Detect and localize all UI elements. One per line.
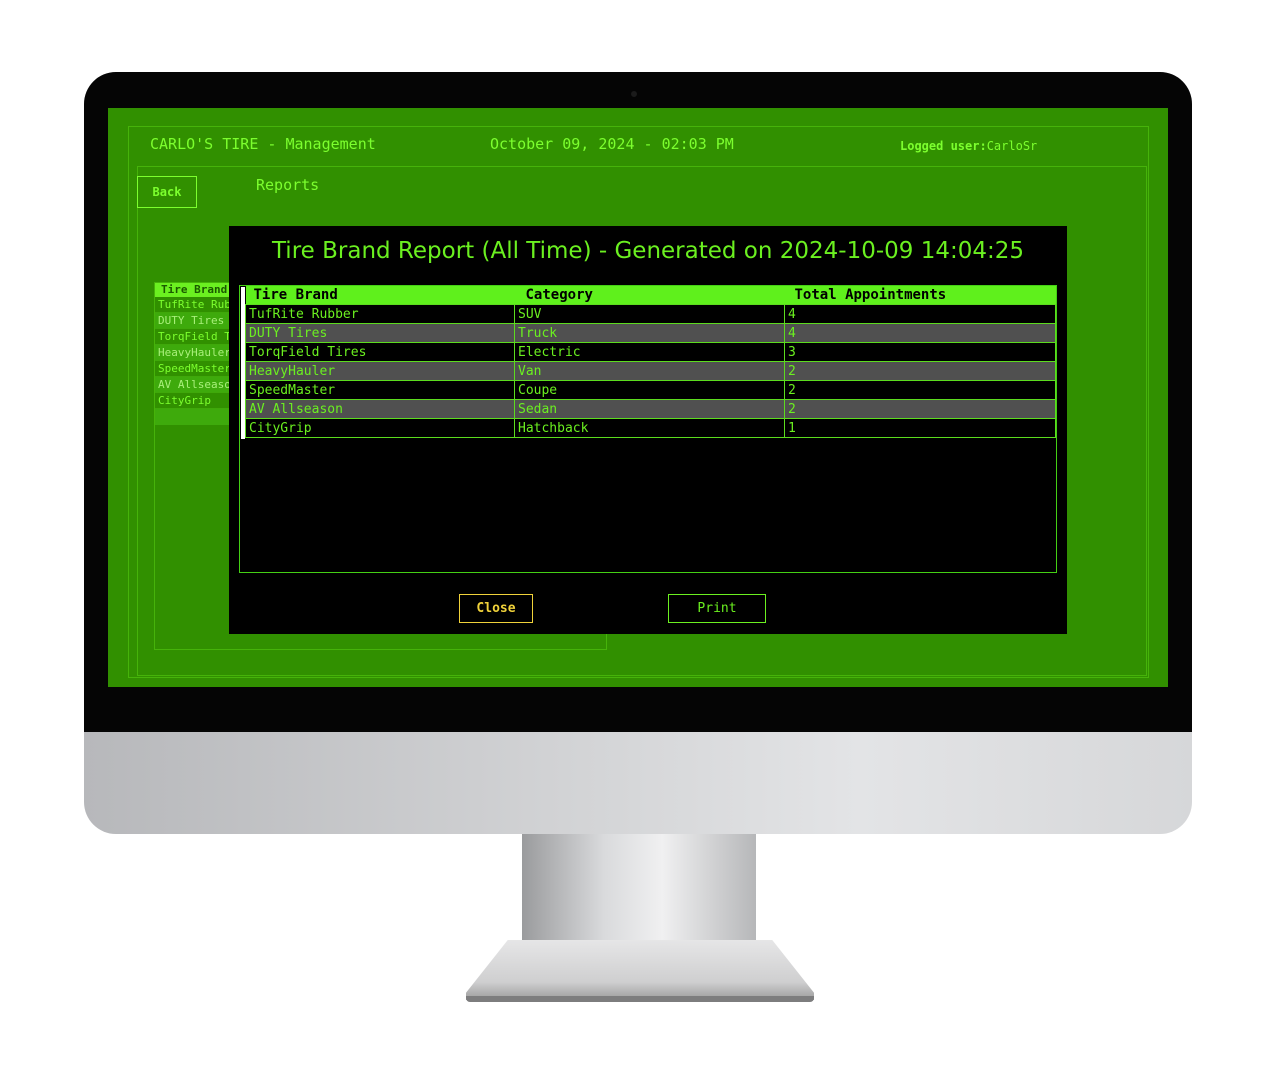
monitor-chin [84, 732, 1192, 834]
table-header-row: Tire Brand Category Total Appointments [245, 286, 1056, 305]
table-row[interactable]: AV Allseason Sedan 2 [245, 399, 1056, 419]
table-row[interactable]: TorqField Tires Electric 3 [245, 342, 1056, 362]
column-header-category[interactable]: Category [514, 286, 785, 305]
cell-category: Truck [514, 323, 785, 343]
cell-appointments: 4 [784, 304, 1056, 324]
cell-appointments: 2 [784, 361, 1056, 381]
cell-category: Hatchback [514, 418, 785, 438]
cell-appointments: 2 [784, 380, 1056, 400]
report-table: Tire Brand Category Total Appointments T… [245, 286, 1056, 438]
list-item[interactable]: SpeedMaster [155, 361, 235, 377]
monitor-stand-neck [522, 834, 756, 954]
monitor-stand-lip [466, 996, 814, 1002]
app-title: CARLO'S TIRE - Management [150, 135, 376, 153]
table-row[interactable]: HeavyHauler Van 2 [245, 361, 1056, 381]
cell-brand: HeavyHauler [245, 361, 515, 381]
cell-appointments: 2 [784, 399, 1056, 419]
cell-category: Coupe [514, 380, 785, 400]
cell-brand: SpeedMaster [245, 380, 515, 400]
cell-category: Sedan [514, 399, 785, 419]
list-item[interactable]: TufRite Rubber [155, 297, 235, 313]
report-title: Tire Brand Report (All Time) - Generated… [271, 238, 1025, 264]
print-button[interactable]: Print [668, 594, 766, 623]
logged-user-label: Logged user: [900, 139, 987, 153]
cell-brand: DUTY Tires [245, 323, 515, 343]
list-empty-row [155, 409, 235, 425]
cell-appointments: 4 [784, 323, 1056, 343]
list-item[interactable]: TorqField Tires [155, 329, 235, 345]
close-button[interactable]: Close [459, 594, 533, 623]
app-screen: CARLO'S TIRE - Management October 09, 20… [108, 108, 1168, 687]
cell-category: SUV [514, 304, 785, 324]
column-header-appointments[interactable]: Total Appointments [784, 286, 1056, 305]
cell-category: Electric [514, 342, 785, 362]
report-table-container: Tire Brand Category Total Appointments T… [239, 285, 1057, 573]
cell-brand: TorqField Tires [245, 342, 515, 362]
list-item[interactable]: DUTY Tires [155, 313, 235, 329]
list-item[interactable]: AV Allseason [155, 377, 235, 393]
camera-icon [631, 91, 637, 97]
cell-brand: TufRite Rubber [245, 304, 515, 324]
logged-user: Logged user:CarloSr [900, 139, 1037, 153]
table-row[interactable]: CityGrip Hatchback 1 [245, 418, 1056, 438]
list-item[interactable]: CityGrip [155, 393, 235, 409]
cell-appointments: 1 [784, 418, 1056, 438]
background-brand-list: Tire Brand TufRite Rubber DUTY Tires Tor… [155, 283, 235, 425]
list-item[interactable]: HeavyHauler [155, 345, 235, 361]
table-row[interactable]: SpeedMaster Coupe 2 [245, 380, 1056, 400]
current-datetime: October 09, 2024 - 02:03 PM [490, 135, 734, 153]
list-header: Tire Brand [155, 283, 235, 297]
cell-brand: AV Allseason [245, 399, 515, 419]
column-header-brand[interactable]: Tire Brand [245, 286, 515, 305]
monitor-stand-base [466, 940, 814, 1000]
report-dialog: Tire Brand Report (All Time) - Generated… [229, 226, 1067, 634]
logged-user-name: CarloSr [986, 139, 1038, 153]
table-row[interactable]: TufRite Rubber SUV 4 [245, 304, 1056, 324]
cell-category: Van [514, 361, 785, 381]
table-row[interactable]: DUTY Tires Truck 4 [245, 323, 1056, 343]
page-title: Reports [256, 176, 320, 194]
cell-brand: CityGrip [245, 418, 515, 438]
back-button[interactable]: Back [137, 176, 197, 208]
cell-appointments: 3 [784, 342, 1056, 362]
